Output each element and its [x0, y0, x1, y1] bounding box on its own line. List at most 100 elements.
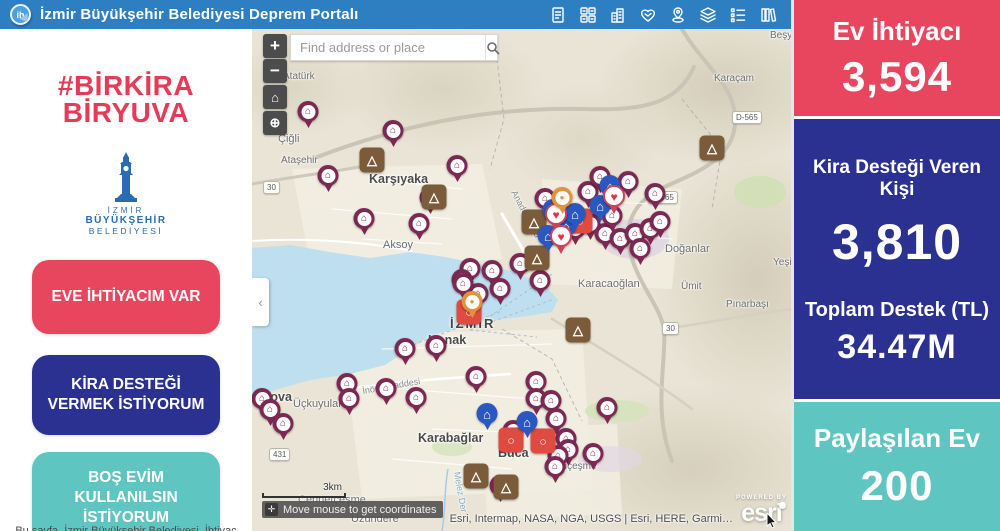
move-icon: ✛: [265, 503, 278, 516]
map-marker-b[interactable]: ⌂: [517, 411, 538, 432]
stat-value: 200: [794, 462, 1000, 510]
map-marker-h[interactable]: ⌂: [545, 456, 566, 477]
map-label: Atatürk: [283, 71, 315, 82]
map-marker-h[interactable]: ⌂: [406, 387, 427, 408]
stats-panel: Ev İhtiyacı 3,594 Kira Desteği Veren Kiş…: [791, 0, 1000, 531]
stat-label: Paylaşılan Ev: [794, 423, 1000, 454]
map-canvas[interactable]: AtatürkÇiğliAtaşehirKarşıyakaAksoyKaraça…: [252, 29, 791, 531]
map-marker-h[interactable]: ⌂: [354, 208, 375, 229]
map-label: Karacaoğlan: [578, 278, 640, 290]
map-marker-r[interactable]: ○: [499, 428, 524, 453]
sidebar-collapse-toggle[interactable]: ‹: [252, 278, 269, 326]
esri-globe-dot: [779, 502, 786, 509]
coordinates-hint: Move mouse to get coordinates: [283, 504, 436, 516]
page-title: İzmir Büyükşehir Belediyesi Deprem Porta…: [40, 6, 359, 23]
stat-paylasilan-ev: Paylaşılan Ev 200: [794, 402, 1000, 531]
legend-list-icon[interactable]: [728, 5, 747, 24]
map-marker-h[interactable]: ⌂: [318, 165, 339, 186]
document-icon[interactable]: [548, 5, 567, 24]
map-marker-h[interactable]: ⌂: [339, 388, 360, 409]
map-marker-b[interactable]: ⌂: [477, 403, 498, 424]
map-label: Ümit: [681, 281, 702, 292]
map-marker-r[interactable]: ○: [531, 429, 556, 454]
campaign-line1: #BİRKİRA: [0, 73, 252, 100]
map-marker-ht[interactable]: ♥: [603, 185, 625, 207]
home-button[interactable]: ⌂: [263, 85, 287, 109]
search-input[interactable]: [291, 40, 485, 55]
search-icon[interactable]: [485, 35, 500, 60]
map-label: Beşyo: [770, 30, 791, 41]
map-marker-h[interactable]: ⌂: [645, 183, 666, 204]
map-label: Karşıyaka: [369, 172, 428, 186]
municipality-logo: İZMİR BÜYÜKŞEHİR BELEDİYESİ: [0, 152, 252, 236]
stat-label: Ev İhtiyacı: [794, 16, 1000, 47]
map-label: Aksoy: [383, 239, 413, 251]
apps-grid-icon[interactable]: [578, 5, 597, 24]
map-label: Ataşehir: [281, 155, 318, 166]
need-home-button[interactable]: EVE İHTİYACIM VAR: [32, 260, 220, 334]
campaign-line2: BİRYUVA: [0, 100, 252, 127]
map-marker-ht[interactable]: ♥: [550, 225, 572, 247]
stat-value: 3,594: [794, 53, 1000, 101]
stat-ev-ihtiyaci: Ev İhtiyacı 3,594: [794, 0, 1000, 116]
muni-line3: BELEDİYESİ: [0, 226, 252, 236]
map-marker-h[interactable]: ⌂: [546, 408, 567, 429]
books-icon[interactable]: [758, 5, 777, 24]
scale-bar-line: [262, 493, 346, 498]
zoom-out-button[interactable]: −: [263, 59, 287, 83]
map-marker-h[interactable]: ⌂: [597, 397, 618, 418]
map-label: Karabağlar: [418, 431, 483, 445]
sidebar-footnote: Bu sayfa, İzmir Büyükşehir Belediyesi, İ…: [0, 525, 252, 531]
map-marker-t[interactable]: △: [422, 185, 447, 210]
muni-line1: İZMİR: [0, 206, 252, 215]
map-marker-t[interactable]: △: [360, 148, 385, 173]
map-marker-t[interactable]: △: [494, 475, 519, 500]
map-label: Doğanlar: [665, 243, 710, 255]
layers-icon[interactable]: [698, 5, 717, 24]
map-marker-o[interactable]: ●: [462, 291, 483, 312]
clock-tower-icon: [108, 152, 144, 204]
location-pin-icon[interactable]: [668, 5, 687, 24]
map-attribution: Esri, Intermap, NASA, NGA, USGS | Esri, …: [450, 513, 733, 525]
map-marker-h[interactable]: ⌂: [630, 238, 651, 259]
map-marker-h[interactable]: ⌂: [298, 101, 319, 122]
road-shield: 30: [662, 322, 679, 335]
map-marker-t[interactable]: △: [566, 318, 591, 343]
map-marker-h[interactable]: ⌂: [273, 413, 294, 434]
mouse-cursor: [766, 513, 778, 529]
map-marker-t[interactable]: △: [464, 464, 489, 489]
deprem-portal-app: ih İzmir Büyükşehir Belediyesi Deprem Po…: [0, 0, 1000, 531]
map-marker-h[interactable]: ⌂: [376, 378, 397, 399]
road-shield: D-565: [732, 111, 762, 124]
map-marker-h[interactable]: ⌂: [466, 366, 487, 387]
coordinates-widget[interactable]: ✛ Move mouse to get coordinates: [262, 501, 443, 518]
header-toolbar: [548, 5, 781, 24]
header-bar: ih İzmir Büyükşehir Belediyesi Deprem Po…: [0, 0, 791, 29]
left-sidebar: #BİRKİRA BİRYUVA İZMİR BÜYÜKŞEHİR B: [0, 29, 252, 531]
map-marker-h[interactable]: ⌂: [426, 335, 447, 356]
map-marker-h[interactable]: ⌂: [395, 338, 416, 359]
give-rent-support-button[interactable]: KİRA DESTEĞİ VERMEK İSTİYORUM: [32, 355, 220, 435]
buildings-icon[interactable]: [608, 5, 627, 24]
zoom-in-button[interactable]: +: [263, 34, 287, 58]
map-marker-h[interactable]: ⌂: [530, 270, 551, 291]
heart-handshake-icon[interactable]: [638, 5, 657, 24]
map-marker-h[interactable]: ⌂: [383, 120, 404, 141]
share-empty-home-button[interactable]: BOŞ EVİM KULLANILSIN İSTİYORUM: [32, 452, 220, 531]
muni-line2: BÜYÜKŞEHİR: [0, 215, 252, 226]
stat-group: Kira Desteği Veren Kişi 3,810: [794, 157, 1000, 271]
map-marker-h[interactable]: ⌂: [490, 278, 511, 299]
map-label: Karaçam: [714, 73, 754, 84]
map-label: Yeşil: [773, 257, 791, 268]
scale-label: 3km: [262, 482, 346, 493]
map-marker-h[interactable]: ⌂: [447, 155, 468, 176]
stat-value: 3,810: [794, 213, 1000, 271]
map-marker-t[interactable]: △: [700, 136, 725, 161]
stat-value: 34.47M: [794, 328, 1000, 367]
stat-kira-destegi: Kira Desteği Veren Kişi 3,810 Toplam Des…: [794, 119, 1000, 399]
map-marker-h[interactable]: ⌂: [583, 443, 604, 464]
locate-button[interactable]: ⊕: [263, 111, 287, 135]
ih-logo-icon: ih: [10, 4, 31, 25]
map-marker-o[interactable]: ●: [552, 187, 573, 208]
stat-group: Toplam Destek (TL) 34.47M: [794, 299, 1000, 367]
